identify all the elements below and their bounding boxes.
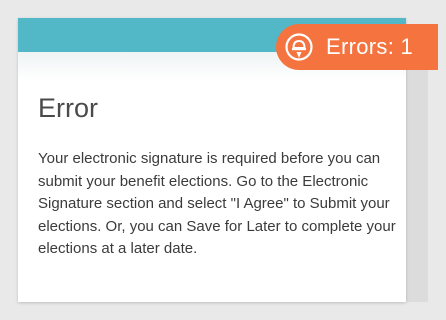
dialog-title: Error [38, 93, 98, 123]
dialog-message: Your electronic signature is required be… [38, 150, 396, 257]
page-backdrop [406, 40, 428, 302]
errors-count-label: Errors: 1 [326, 34, 414, 59]
alert-bell-icon [285, 33, 313, 61]
errors-badge[interactable]: Errors: 1 [276, 24, 438, 70]
